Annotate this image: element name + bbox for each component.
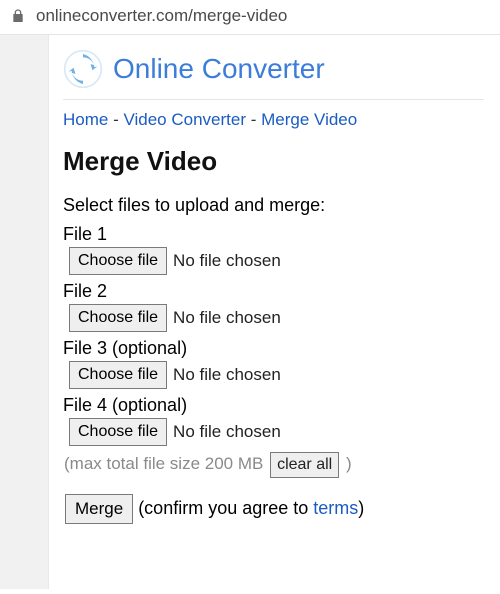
left-gutter xyxy=(0,35,48,589)
file-label: File 4 (optional) xyxy=(63,395,484,416)
merge-button[interactable]: Merge xyxy=(65,494,133,524)
submit-row: Merge (confirm you agree to terms) xyxy=(65,494,484,524)
terms-link[interactable]: terms xyxy=(313,498,358,518)
breadcrumb-sep: - xyxy=(108,110,123,129)
choose-file-button[interactable]: Choose file xyxy=(69,418,167,446)
address-bar: onlineconverter.com/merge-video xyxy=(0,0,500,35)
file-status: No file chosen xyxy=(173,308,281,328)
confirm-text-suffix: ) xyxy=(358,498,364,518)
choose-file-button[interactable]: Choose file xyxy=(69,247,167,275)
divider xyxy=(63,99,484,100)
confirm-text-prefix: (confirm you agree to xyxy=(133,498,313,518)
breadcrumb-video-converter[interactable]: Video Converter xyxy=(123,110,246,129)
lock-icon xyxy=(10,8,26,24)
max-size-line: (max total file size 200 MB clear all ) xyxy=(64,452,484,478)
max-size-suffix: ) xyxy=(341,454,351,473)
choose-file-button[interactable]: Choose file xyxy=(69,304,167,332)
breadcrumb-home[interactable]: Home xyxy=(63,110,108,129)
file-status: No file chosen xyxy=(173,422,281,442)
file-label: File 2 xyxy=(63,281,484,302)
page-title: Merge Video xyxy=(63,146,484,177)
brand-title: Online Converter xyxy=(113,53,325,85)
intro-text: Select files to upload and merge: xyxy=(63,195,484,216)
choose-file-button[interactable]: Choose file xyxy=(69,361,167,389)
address-text: onlineconverter.com/merge-video xyxy=(36,6,287,26)
brand[interactable]: Online Converter xyxy=(63,49,484,89)
refresh-arrows-icon xyxy=(63,49,103,89)
max-size-text: (max total file size 200 MB xyxy=(64,454,268,473)
file-status: No file chosen xyxy=(173,365,281,385)
breadcrumb: Home - Video Converter - Merge Video xyxy=(63,110,484,130)
breadcrumb-merge-video[interactable]: Merge Video xyxy=(261,110,357,129)
file-label: File 1 xyxy=(63,224,484,245)
clear-all-button[interactable]: clear all xyxy=(270,452,339,478)
file-status: No file chosen xyxy=(173,251,281,271)
breadcrumb-sep: - xyxy=(246,110,261,129)
file-label: File 3 (optional) xyxy=(63,338,484,359)
